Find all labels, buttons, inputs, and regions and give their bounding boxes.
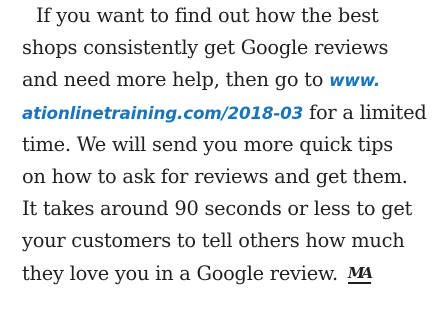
url-link[interactable]: www. <box>329 70 380 90</box>
paragraph-line: If you want to find out how the best <box>36 4 379 27</box>
paragraph-text: for a limited <box>303 100 427 124</box>
paragraph-text: and need more help, then go to <box>22 68 330 92</box>
paragraph-text: they love you in a Google review. <box>22 261 338 285</box>
paragraph-line: your customers to tell others how much <box>22 229 405 253</box>
paragraph-line: time. We will send you more quick tips <box>22 132 394 156</box>
end-of-article-mark: MA <box>347 263 373 284</box>
paragraph-line: It takes around 90 seconds or less to ge… <box>22 197 413 221</box>
paragraph-line: shops consistently get Google reviews <box>22 36 389 60</box>
paragraph-line: ationlinetraining.com/2018-03 for a limi… <box>22 97 427 129</box>
article-paragraph: If you want to find out how the best sho… <box>22 0 427 290</box>
paragraph-line: and need more help, then go to www. <box>22 64 427 96</box>
url-link[interactable]: ationlinetraining.com/2018-03 <box>22 103 303 123</box>
paragraph-line: they love you in a Google review. MA <box>22 258 427 290</box>
paragraph-line: on how to ask for reviews and get them. <box>22 164 408 188</box>
